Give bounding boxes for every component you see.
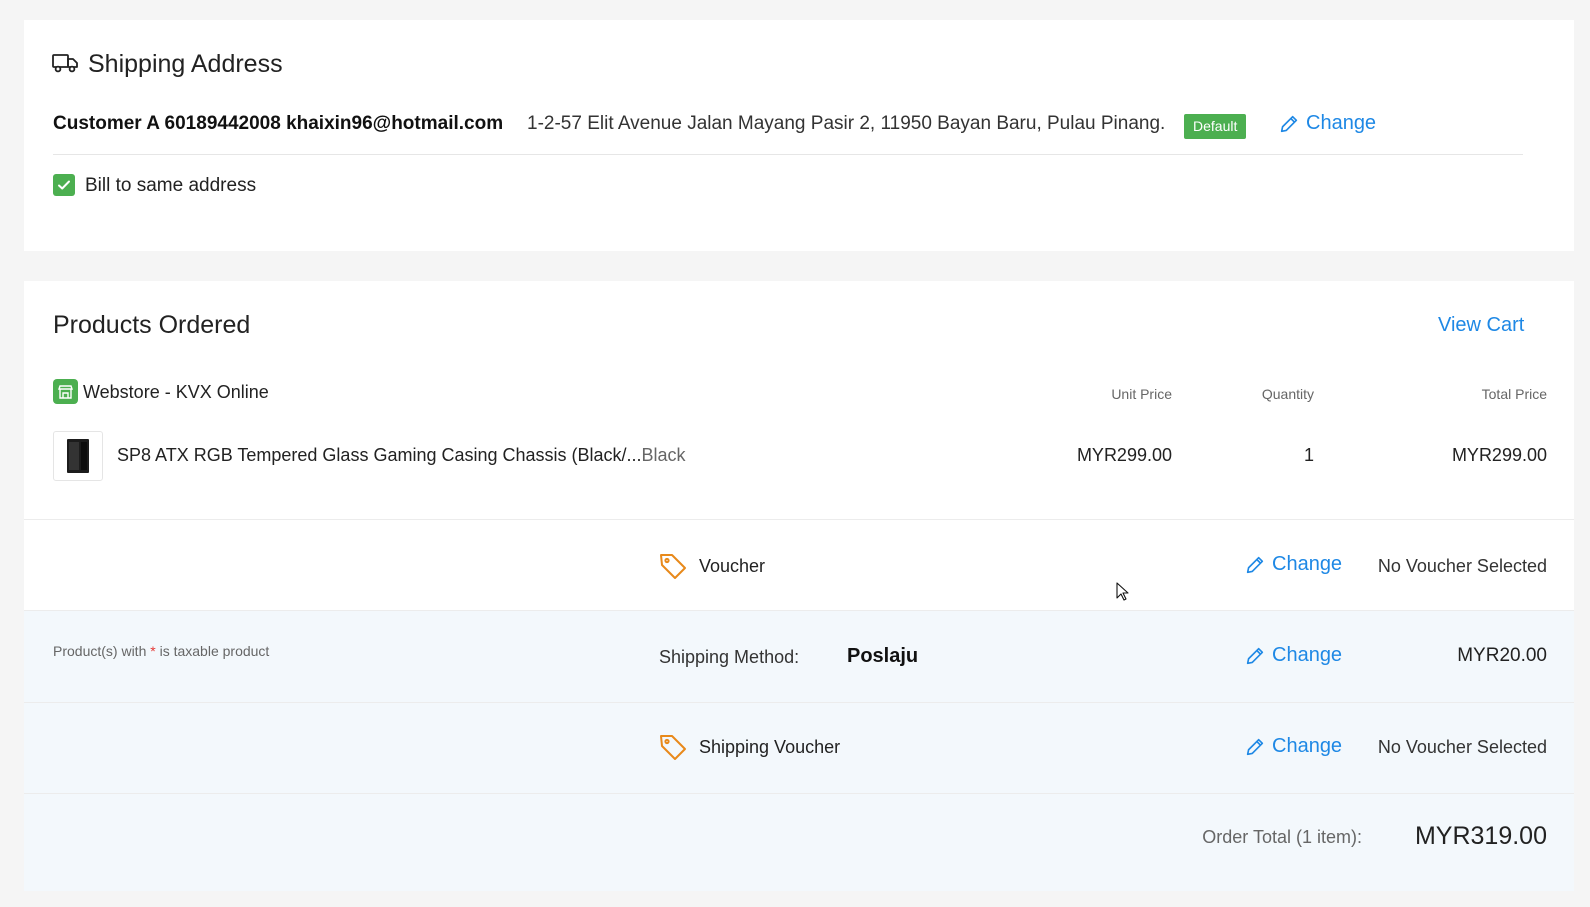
product-thumbnail[interactable] — [53, 431, 103, 481]
change-shipping-method-label: Change — [1272, 644, 1343, 666]
tag-icon — [660, 735, 686, 760]
change-address-label: Change — [1306, 112, 1377, 134]
shipping-method-label: Shipping Method: — [659, 647, 800, 667]
shipping-address-card: Shipping Address Customer A 60189442008 … — [24, 20, 1574, 251]
default-address-badge: Default — [1184, 114, 1247, 139]
voucher-label: Voucher — [699, 556, 766, 576]
change-voucher-label: Change — [1272, 553, 1343, 575]
quantity-header: Quantity — [1261, 386, 1314, 402]
truck-icon — [52, 54, 78, 73]
change-shipping-voucher-label: Change — [1272, 735, 1343, 757]
store-icon — [53, 379, 78, 404]
products-ordered-title: Products Ordered — [53, 311, 251, 339]
row-divider — [24, 610, 1574, 611]
change-address-button[interactable]: Change — [1278, 112, 1376, 135]
taxable-note-suffix: is taxable product — [155, 643, 270, 659]
total-price-header: Total Price — [1481, 386, 1547, 402]
pencil-icon — [1246, 647, 1264, 664]
check-icon — [58, 180, 70, 190]
bill-same-address-label[interactable]: Bill to same address — [85, 175, 256, 197]
shipping-voucher-label: Shipping Voucher — [699, 737, 841, 757]
change-shipping-voucher-button[interactable]: Change — [1244, 735, 1342, 758]
change-shipping-method-button[interactable]: Change — [1244, 644, 1342, 667]
pencil-icon — [1246, 738, 1264, 755]
taxable-product-note: Product(s) with * is taxable product — [53, 643, 269, 659]
store-name[interactable]: Webstore - KVX Online — [83, 382, 269, 403]
shipping-method-price: MYR20.00 — [1457, 645, 1547, 666]
row-divider — [24, 519, 1574, 520]
row-divider — [24, 793, 1574, 794]
view-cart-link[interactable]: View Cart — [1438, 314, 1524, 337]
product-variant: Black — [641, 445, 686, 465]
product-total-price: MYR299.00 — [1451, 445, 1547, 465]
product-name[interactable]: SP8 ATX RGB Tempered Glass Gaming Casing… — [117, 445, 686, 466]
product-unit-price: MYR299.00 — [1076, 445, 1172, 465]
order-total-label: Order Total (1 item): — [1202, 827, 1362, 847]
change-voucher-button[interactable]: Change — [1244, 553, 1342, 576]
shipping-voucher-value: No Voucher Selected — [1377, 737, 1547, 757]
product-title: SP8 ATX RGB Tempered Glass Gaming Casing… — [117, 445, 642, 465]
taxable-note-prefix: Product(s) with — [53, 643, 151, 659]
products-ordered-card: Products Ordered View Cart Webstore - KV… — [24, 281, 1574, 891]
shipping-address-title: Shipping Address — [88, 50, 283, 78]
pencil-icon — [1280, 115, 1298, 132]
pencil-icon — [1246, 556, 1264, 573]
address-divider — [53, 154, 1523, 155]
product-quantity: 1 — [1303, 445, 1314, 465]
customer-contact-info: Customer A 60189442008 khaixin96@hotmail… — [53, 113, 504, 134]
tag-icon — [660, 554, 686, 579]
shipping-method-value: Poslaju — [847, 645, 919, 667]
voucher-value: No Voucher Selected — [1377, 556, 1547, 576]
row-divider — [24, 702, 1574, 703]
unit-price-header: Unit Price — [1111, 386, 1172, 402]
order-total-value: MYR319.00 — [1414, 822, 1547, 850]
shipping-address-text: 1-2-57 Elit Avenue Jalan Mayang Pasir 2,… — [527, 113, 1166, 134]
mouse-cursor-icon — [1116, 582, 1129, 601]
bill-same-address-checkbox[interactable] — [53, 174, 75, 196]
